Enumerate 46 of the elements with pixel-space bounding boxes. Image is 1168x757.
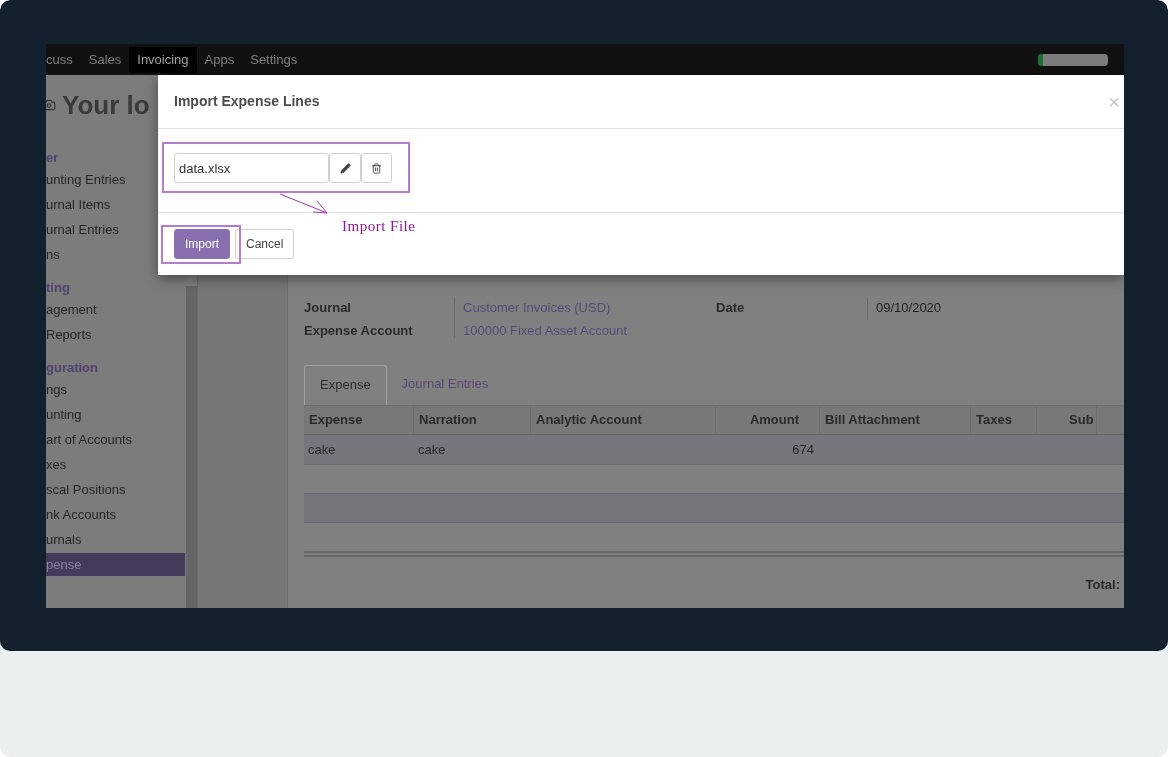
sidebar-item[interactable]: urnals bbox=[46, 528, 187, 551]
sidebar-item[interactable]: art of Accounts bbox=[46, 428, 187, 451]
sidebar-item[interactable]: xes bbox=[46, 453, 187, 476]
annotation-arrow bbox=[279, 193, 329, 215]
pencil-icon bbox=[339, 162, 351, 174]
sidebar-item[interactable]: ngs bbox=[46, 378, 187, 401]
sidebar-item[interactable]: nk Accounts bbox=[46, 503, 187, 526]
sidebar-item[interactable]: pense bbox=[46, 553, 186, 576]
sidebar-heading: ting bbox=[46, 279, 71, 297]
table-cell-text: cake bbox=[307, 441, 337, 459]
import-button[interactable]: Import bbox=[174, 229, 230, 259]
sidebar-item[interactable]: Reports bbox=[46, 323, 187, 346]
delete-button[interactable] bbox=[361, 153, 392, 183]
sidebar-heading: guration bbox=[46, 359, 99, 377]
field-label: Expense Account bbox=[304, 322, 414, 338]
nav-menu-item[interactable]: Sales bbox=[80, 46, 130, 73]
file-name-field[interactable]: data.xlsx bbox=[174, 153, 329, 183]
column-header[interactable]: Expense bbox=[304, 406, 414, 434]
total-label: Total: bbox=[1085, 576, 1120, 594]
company-logo-text: Your lo bbox=[62, 88, 150, 122]
nav-menu-item[interactable]: cuss bbox=[46, 46, 81, 73]
field-label: Journal bbox=[304, 299, 352, 315]
sidebar-item[interactable]: agement bbox=[46, 298, 187, 321]
nav-menu-item[interactable]: Invoicing bbox=[129, 46, 197, 73]
cancel-button[interactable]: Cancel bbox=[235, 229, 295, 259]
field-label: Date bbox=[716, 299, 746, 315]
trash-icon bbox=[371, 162, 382, 174]
column-header[interactable]: Bill Attachment bbox=[820, 406, 971, 434]
column-header[interactable]: Amount bbox=[716, 406, 820, 434]
sidebar-heading: er bbox=[46, 149, 60, 167]
annotation-text: Import File bbox=[342, 217, 416, 236]
sidebar-item[interactable]: unting bbox=[46, 403, 187, 426]
nav-menu-item[interactable]: Apps bbox=[196, 46, 243, 73]
table-cell-text: 674 bbox=[791, 441, 815, 459]
sidebar-item[interactable]: scal Positions bbox=[46, 478, 187, 501]
form-tab[interactable]: Expense bbox=[304, 365, 387, 405]
table-cell-text: cake bbox=[417, 441, 447, 459]
table-row[interactable]: cake cake 674 bbox=[304, 435, 1124, 465]
field-value: 09/10/2020 bbox=[876, 299, 942, 315]
dialog-title: Import Expense Lines bbox=[174, 92, 320, 111]
column-header[interactable]: Sub bbox=[1037, 406, 1097, 434]
edit-button[interactable] bbox=[329, 153, 361, 183]
column-header[interactable]: Narration bbox=[414, 406, 531, 434]
nav-menu-item[interactable]: Settings bbox=[242, 46, 306, 73]
column-header[interactable]: Analytic Account bbox=[531, 406, 716, 434]
column-header[interactable]: Taxes bbox=[971, 406, 1037, 434]
